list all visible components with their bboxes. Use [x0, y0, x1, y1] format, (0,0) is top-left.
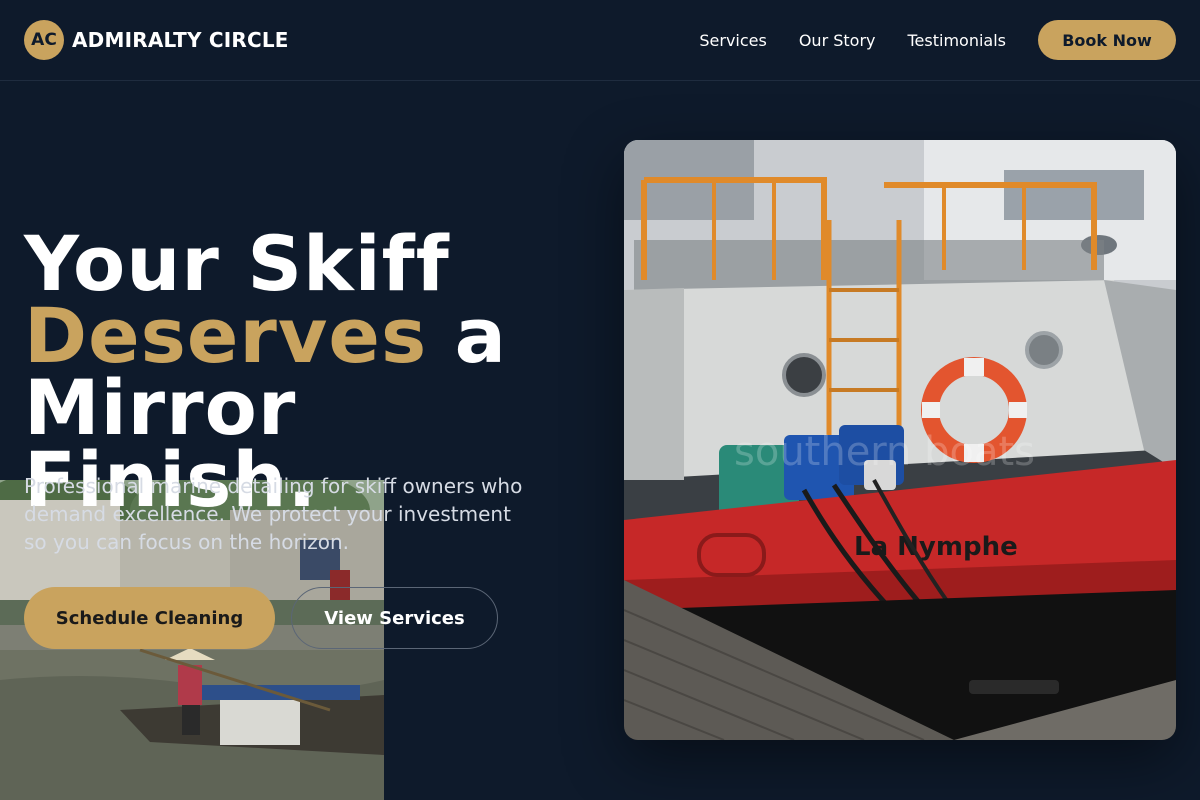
hero-subtitle: Professional marine detailing for skiff … — [24, 474, 523, 554]
book-now-button[interactable]: Book Now — [1038, 20, 1176, 60]
nav-link-services[interactable]: Services — [699, 31, 766, 50]
view-services-button[interactable]: View Services — [291, 587, 498, 649]
landing-page: AC ADMIRALTY CIRCLE Services Our Story T… — [0, 0, 1200, 800]
logo-badge: AC — [24, 20, 64, 60]
schedule-cleaning-button[interactable]: Schedule Cleaning — [24, 587, 275, 649]
brand-name: ADMIRALTY CIRCLE — [72, 28, 289, 52]
site-header: AC ADMIRALTY CIRCLE Services Our Story T… — [0, 0, 1200, 81]
nav-link-testimonials[interactable]: Testimonials — [908, 31, 1007, 50]
hero-watermark: southern boats — [734, 429, 1035, 475]
brand[interactable]: AC ADMIRALTY CIRCLE — [24, 20, 289, 60]
nav-link-our-story[interactable]: Our Story — [799, 31, 876, 50]
main-nav: Services Our Story Testimonials Book Now — [699, 20, 1176, 60]
hero-boat-image: La Nymphe southern boats — [624, 140, 1176, 740]
hero-title-after-accent: a — [427, 291, 507, 380]
